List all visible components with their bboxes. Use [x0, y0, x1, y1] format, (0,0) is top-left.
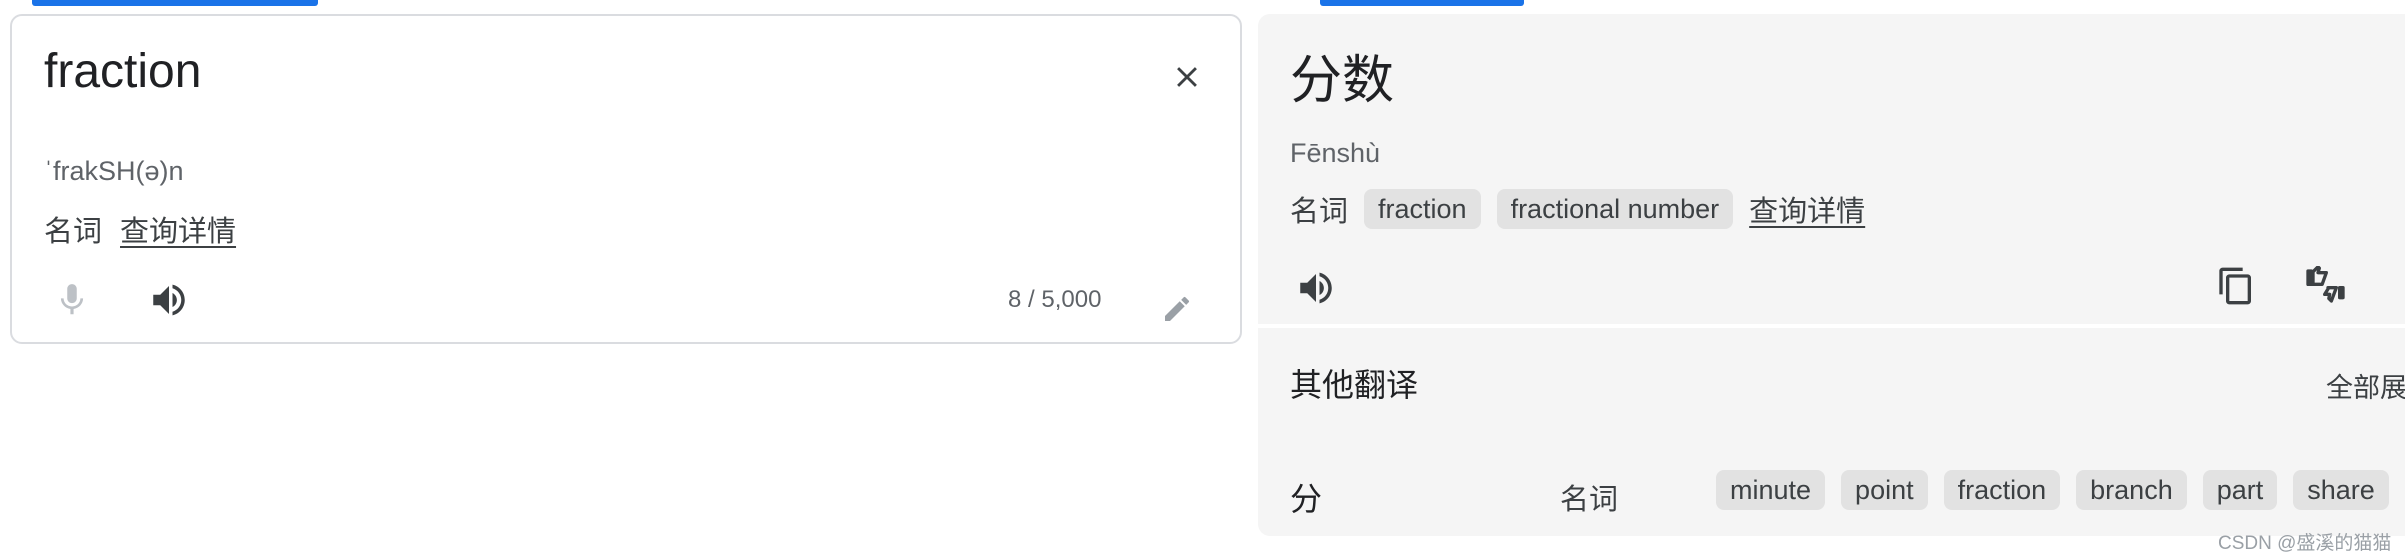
other-translation-part-of-speech: 名词 [1560, 484, 1619, 516]
reverse-translation-chip[interactable]: part [2202, 470, 2278, 510]
voice-input-button[interactable] [46, 274, 98, 326]
pencil-icon [1165, 296, 1190, 321]
other-translations-panel: 其他翻译 全部展 分 名词 minute point fraction bran… [1258, 328, 2405, 536]
other-translations-heading: 其他翻译 [1290, 366, 1419, 404]
source-phonetic: ˈfrakSH(ə)n [44, 156, 184, 186]
other-translation-row: 分 名词 minute point fraction branch part s… [1290, 468, 2405, 518]
target-part-of-speech: 名词 [1290, 196, 1349, 228]
close-icon [1177, 67, 1197, 87]
source-definition-row: 名词 查询详情 [44, 208, 236, 250]
rate-translation-button[interactable] [2298, 258, 2358, 314]
edit-button[interactable] [1152, 284, 1202, 334]
source-listen-button[interactable] [140, 274, 198, 326]
target-text-panel: 分数 Fēnshù 名词 fraction fractional number … [1258, 14, 2405, 324]
thumbs-up-down-icon [2306, 266, 2345, 303]
target-translation-chip[interactable]: fractional number [1496, 189, 1734, 229]
target-tab-indicator [1320, 0, 1524, 6]
translated-text: 分数 [1290, 51, 1395, 111]
reverse-translation-chip[interactable]: point [1841, 470, 1928, 510]
copy-translation-button[interactable] [2208, 258, 2264, 314]
source-text-panel: fraction ˈfrakSH(ə)n 名词 查询详情 8 / 5,000 [10, 14, 1242, 344]
microphone-icon [60, 284, 84, 315]
reverse-translation-chip[interactable]: branch [2076, 470, 2187, 510]
reverse-translation-chip[interactable]: share [2293, 470, 2389, 510]
speaker-icon [153, 284, 185, 316]
target-translation-chip[interactable]: fraction [1364, 189, 1481, 229]
target-details-link[interactable]: 查询详情 [1749, 188, 1865, 230]
speaker-icon [1300, 272, 1332, 304]
source-part-of-speech: 名词 [44, 216, 103, 248]
reverse-translation-chips: minute point fraction branch part share [1716, 470, 2389, 510]
watermark: CSDN @盛溪的猫猫 [2218, 533, 2392, 554]
target-listen-button[interactable] [1288, 262, 1344, 314]
target-definition-row: 名词 fraction fractional number 查询详情 [1290, 188, 1865, 230]
character-count: 8 / 5,000 [1008, 286, 1102, 313]
target-romanization: Fēnshù [1290, 138, 1381, 168]
reverse-translation-chip[interactable]: fraction [1943, 470, 2061, 510]
source-input[interactable]: fraction [44, 44, 201, 99]
reverse-translation-chip[interactable]: minute [1716, 470, 1826, 510]
expand-all-button[interactable]: 全部展 [2326, 366, 2405, 405]
source-tab-indicator [32, 0, 318, 6]
clear-source-button[interactable] [1162, 52, 1212, 102]
copy-icon [2219, 267, 2251, 305]
other-translation-word: 分 [1290, 480, 1323, 518]
source-details-link[interactable]: 查询详情 [120, 208, 236, 250]
